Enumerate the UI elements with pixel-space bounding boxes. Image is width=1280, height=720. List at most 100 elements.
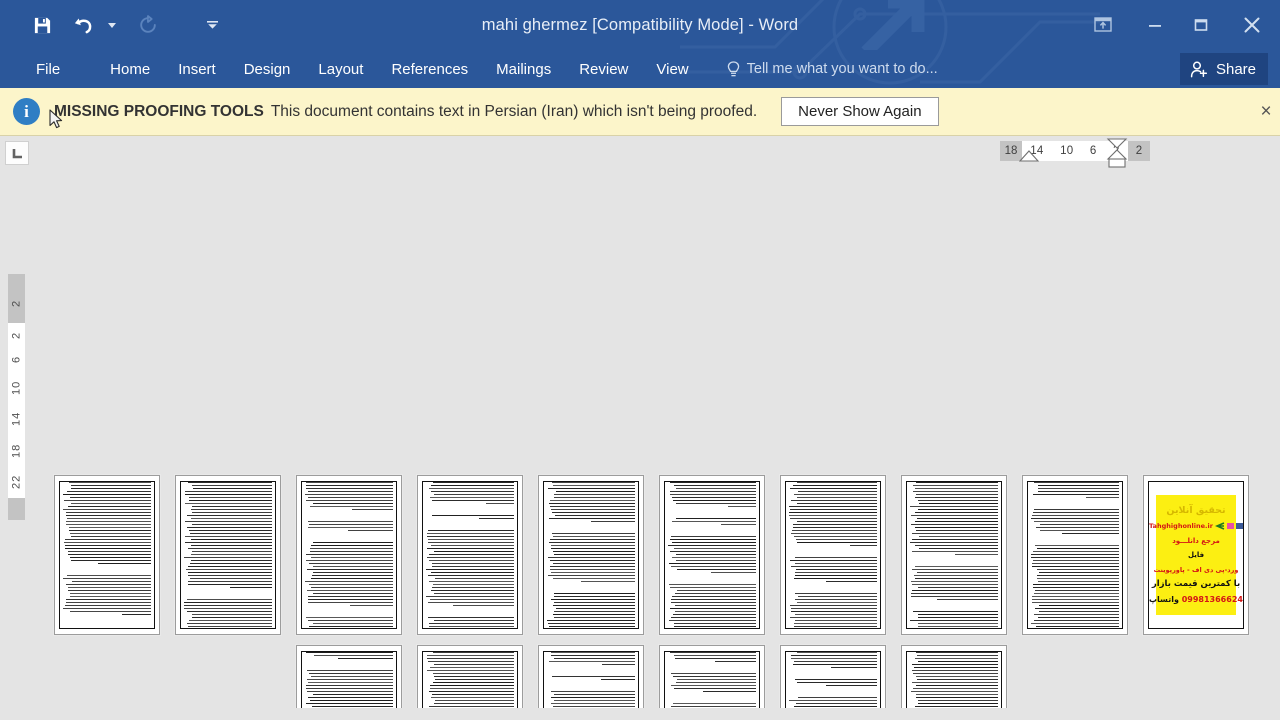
text-line [789, 509, 877, 510]
page-thumbnail-advertisement[interactable]: تحقیق آنلاین Tahghighonline.ir مرجع دانل… [1143, 475, 1249, 635]
text-line [305, 494, 393, 495]
text-line [554, 494, 635, 495]
text-line [721, 524, 756, 525]
text-line [669, 551, 756, 552]
text-line [71, 560, 151, 561]
ad-title: تحقیق آنلاین [1166, 504, 1226, 516]
text-line [790, 611, 877, 612]
tell-me-search[interactable]: Tell me what you want to do... [727, 50, 938, 88]
page-thumbnail[interactable] [1022, 475, 1128, 635]
tab-insert[interactable]: Insert [164, 50, 230, 88]
text-line [308, 524, 393, 525]
text-line [915, 482, 998, 483]
page-thumbnail[interactable] [659, 645, 765, 708]
page-thumbnail[interactable] [417, 645, 523, 708]
text-line [916, 697, 998, 698]
text-line [789, 605, 877, 606]
ad-phone-row: 09981366624 واتساپ [1149, 596, 1243, 604]
text-line [910, 596, 998, 597]
page-thumbnail[interactable] [54, 475, 160, 635]
text-line [671, 557, 756, 558]
tab-view[interactable]: View [642, 50, 702, 88]
text-line [308, 497, 393, 498]
page-content [301, 481, 397, 629]
text-line [426, 557, 514, 558]
text-line [668, 545, 756, 546]
paragraph [181, 482, 275, 588]
text-line [551, 482, 635, 483]
page-thumbnail[interactable] [659, 475, 765, 635]
text-line [937, 599, 998, 600]
text-line [794, 661, 877, 662]
text-line [672, 542, 756, 543]
tab-mailings[interactable]: Mailings [482, 50, 565, 88]
text-line [432, 682, 514, 683]
text-line [1031, 554, 1119, 555]
text-line [338, 658, 393, 659]
page-thumbnail[interactable] [296, 475, 402, 635]
text-line [797, 521, 877, 522]
text-line [670, 494, 756, 495]
text-line [428, 488, 514, 489]
page-thumbnail[interactable] [780, 645, 886, 708]
text-line [1032, 596, 1119, 597]
text-line [796, 602, 877, 603]
text-line [791, 566, 877, 567]
paragraph [907, 611, 1001, 628]
page-content [543, 481, 639, 629]
paragraph [1028, 509, 1122, 534]
tab-home[interactable]: Home [96, 50, 164, 88]
text-line [550, 572, 635, 573]
text-line [427, 617, 514, 618]
text-line [189, 500, 272, 501]
page-thumbnail[interactable] [538, 475, 644, 635]
page-thumbnail[interactable] [417, 475, 523, 635]
text-line [65, 539, 151, 540]
text-line [790, 533, 877, 534]
never-show-again-button[interactable]: Never Show Again [781, 97, 939, 126]
paragraph [544, 593, 638, 628]
tab-references[interactable]: References [377, 50, 482, 88]
tab-review[interactable]: Review [565, 50, 642, 88]
ribbon-display-options-button[interactable] [1074, 1, 1132, 49]
maximize-button[interactable] [1178, 1, 1224, 49]
page-thumbnail[interactable] [296, 645, 402, 708]
share-button[interactable]: Share [1179, 53, 1268, 85]
text-line [187, 482, 272, 483]
text-line [553, 551, 635, 552]
text-line [676, 590, 756, 591]
paragraph [907, 566, 1001, 600]
close-button[interactable] [1224, 1, 1280, 49]
text-line [918, 536, 998, 537]
tab-design-label: Design [243, 60, 291, 78]
text-line [591, 521, 635, 522]
text-line [547, 557, 635, 558]
text-line [790, 608, 877, 609]
page-thumbnail[interactable] [901, 645, 1007, 708]
text-line [307, 602, 393, 603]
text-line [431, 500, 514, 501]
share-label: Share [1215, 60, 1256, 78]
page-thumbnail[interactable] [538, 645, 644, 708]
page-thumbnail[interactable] [901, 475, 1007, 635]
maximize-icon [1194, 19, 1208, 31]
page-thumbnail[interactable] [780, 475, 886, 635]
minimize-button[interactable] [1132, 1, 1178, 49]
text-line [189, 530, 272, 531]
text-line [910, 691, 998, 692]
text-line [917, 587, 998, 588]
document-workspace[interactable]: 2 2 6 10 14 18 22 18 14 10 6 2 2 [0, 136, 1280, 708]
notification-close-button[interactable]: × [1254, 98, 1278, 126]
tab-design[interactable]: Design [230, 50, 305, 88]
tell-me-label: Tell me what you want to do... [746, 61, 938, 77]
tab-file[interactable]: File [22, 50, 74, 88]
text-line [313, 542, 393, 543]
paragraph [544, 482, 638, 522]
page-thumbnail[interactable] [175, 475, 281, 635]
page-content [785, 481, 881, 629]
tab-layout[interactable]: Layout [304, 50, 377, 88]
text-line [549, 626, 635, 627]
text-line [191, 524, 272, 525]
